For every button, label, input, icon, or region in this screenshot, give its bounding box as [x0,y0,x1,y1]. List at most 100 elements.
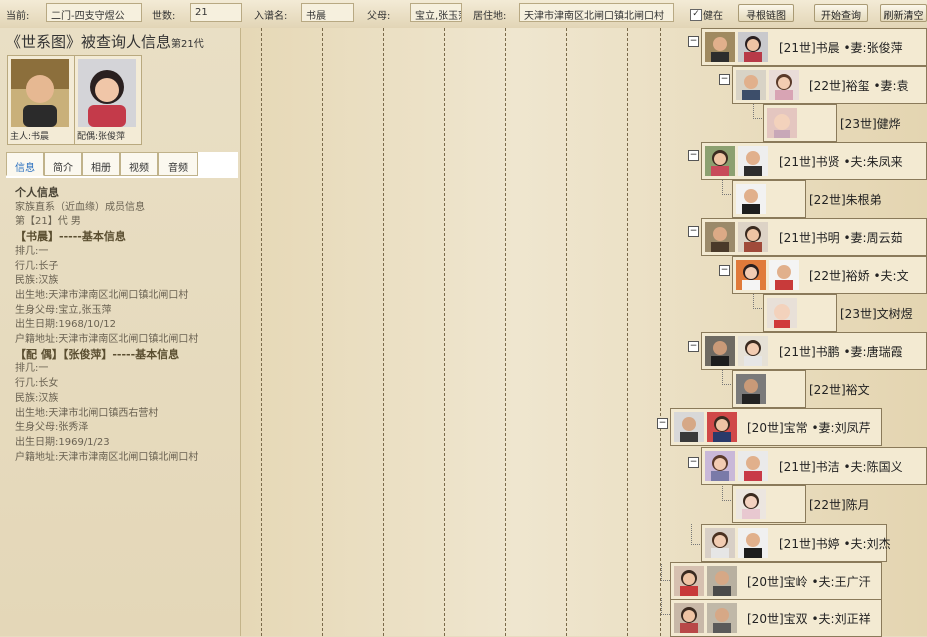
info-line: 户籍地址:天津市津南区北闸口镇北闸口村 [15,451,199,463]
spouse-photo [707,412,737,442]
node-label: [22世]裕娇 •夫:文 [809,269,909,283]
tree-node[interactable]: [22世]裕娇 •夫:文 [732,256,927,294]
current-branch-field[interactable]: 二门-四支守煜公 [46,3,142,22]
tab-audio[interactable]: 音频 [158,152,198,176]
page-title-text: 《世系图》被查询人信息 [6,33,172,51]
tree-node[interactable]: [22世]陈月 [732,485,870,523]
tree-node[interactable]: [21世]书洁 •夫:陈国义 [701,447,927,485]
tree-node[interactable]: [23世]文树煜 [763,294,913,332]
node-label: [22世]朱根弟 [809,193,882,207]
person-photo [674,412,704,442]
person-photo [705,451,735,481]
tab-intro[interactable]: 简介 [44,152,82,176]
generation-guide [261,28,262,636]
tree-node[interactable]: [21世]书明 •妻:周云茹 [701,218,927,256]
collapse-toggle[interactable]: − [688,457,699,468]
node-label: [22世]裕文 [809,383,870,397]
tab-video[interactable]: 视频 [120,152,158,176]
node-label: [21世]书婷 •夫:刘杰 [779,537,891,551]
info-subtitle: 家族直系（近血缘）成员信息 [15,201,145,213]
collapse-toggle[interactable]: − [688,341,699,352]
person-photo [705,528,735,558]
owner-photo [11,59,69,127]
tree-node[interactable]: [22世]裕玺 •妻:袁 [732,66,927,104]
tree-node[interactable]: [20世]宝岭 •夫:王广汗 [670,562,882,600]
collapse-toggle[interactable]: − [688,36,699,47]
label-current: 当前: [6,11,30,22]
tab-info[interactable]: 信息 [6,152,44,176]
person-photo [705,146,735,176]
person-photo [736,374,766,404]
generation-guide [505,28,506,636]
info-line: 出生地:天津市北闸口镇西右营村 [15,407,159,419]
info-line: 民族:汉族 [15,275,59,287]
spouse-photo-card[interactable]: 配偶:张俊萍 [74,55,142,145]
spouse-photo [769,260,799,290]
owner-photo-card[interactable]: 主人:书晨 [7,55,75,145]
query-button[interactable]: 开始查询 [814,4,868,22]
refresh-button[interactable]: 刷新清空 [880,4,927,22]
spouse-header: 【配 偶】【张俊萍】-----基本信息 [15,347,180,361]
spouse-photo [738,336,768,366]
page-title-generation: 第21代 [171,39,204,50]
alive-label: 健在 [703,11,723,22]
info-line: 排几:一 [15,363,49,375]
node-label: [20世]宝岭 •夫:王广汗 [747,575,871,589]
node-label: [23世]文树煜 [840,307,913,321]
tree-connector [722,486,731,501]
self-header: 【书晨】-----基本信息 [15,230,126,244]
collapse-toggle[interactable]: − [719,74,730,85]
tree-connector [661,598,670,615]
generation-guide [566,28,567,636]
tree-node[interactable]: [21世]书贤 •夫:朱凤来 [701,142,927,180]
tree-node[interactable]: [20世]宝双 •夫:刘正祥 [670,599,882,637]
person-photo [674,566,704,596]
node-label: [21世]书贤 •夫:朱凤来 [779,155,903,169]
node-label: [20世]宝常 •妻:刘凤芹 [747,421,871,435]
collapse-toggle[interactable]: − [688,226,699,237]
tree-node[interactable]: [21世]书鹏 •妻:唐瑞霞 [701,332,927,370]
spouse-photo [707,603,737,633]
node-label: [22世]裕玺 •妻:袁 [809,79,909,93]
spouse-photo [738,32,768,62]
collapse-toggle[interactable]: − [719,265,730,276]
spouse-photo [707,566,737,596]
spouse-photo [738,222,768,252]
collapse-toggle[interactable]: − [657,418,668,429]
info-line: 行几:长女 [15,378,59,390]
parents-field[interactable]: 宝立,张玉萍 [410,3,462,22]
page-title: 《世系图》被查询人信息第21代 [6,31,204,52]
tree-node[interactable]: [21世]书晨 •妻:张俊萍 [701,28,927,66]
profile-tabs: 信息 简介 相册 视频 音频 [6,152,238,178]
person-photo [705,336,735,366]
alive-checkbox[interactable]: ✓ [690,9,702,21]
tree-node[interactable]: [22世]朱根弟 [732,180,882,218]
profile-panel: 《世系图》被查询人信息第21代 主人:书晨 配偶:张俊萍 信息 简介 相册 视频… [0,28,241,636]
spouse-photo [769,70,799,100]
tree-node[interactable]: [23世]健烨 [763,104,901,142]
tree-node[interactable]: [22世]裕文 [732,370,870,408]
person-photo [705,222,735,252]
name-field[interactable]: 书晨 [301,3,354,22]
tab-album[interactable]: 相册 [82,152,120,176]
collapse-toggle[interactable]: − [688,150,699,161]
tree-node[interactable]: [20世]宝常 •妻:刘凤芹 [670,408,882,446]
residence-field[interactable]: 天津市津南区北闸口镇北闸口村 [519,3,674,22]
spouse-photo [738,528,768,558]
tree-node[interactable]: [21世]书婷 •夫:刘杰 [701,524,891,562]
node-label: [21世]书洁 •夫:陈国义 [779,460,903,474]
label-residence: 居住地: [473,11,507,22]
info-line: 出生地:天津市津南区北闸口镇北闸口村 [15,289,189,301]
person-photo [736,70,766,100]
family-tree[interactable]: − − − − − − − − [21世]书晨 •妻:张俊萍 [22世]裕玺 •… [241,28,927,637]
node-label: [21世]书明 •妻:周云茹 [779,231,903,245]
info-line: 民族:汉族 [15,392,59,404]
label-parents: 父母: [367,11,391,22]
tree-connector [753,294,762,309]
info-line: 行几:长子 [15,260,59,272]
spouse-photo [738,451,768,481]
node-label: [20世]宝双 •夫:刘正祥 [747,612,871,626]
label-name: 入谱名: [254,11,288,22]
generation-field[interactable]: 21 [190,3,242,22]
find-chain-button[interactable]: 寻根链图 [738,4,794,22]
